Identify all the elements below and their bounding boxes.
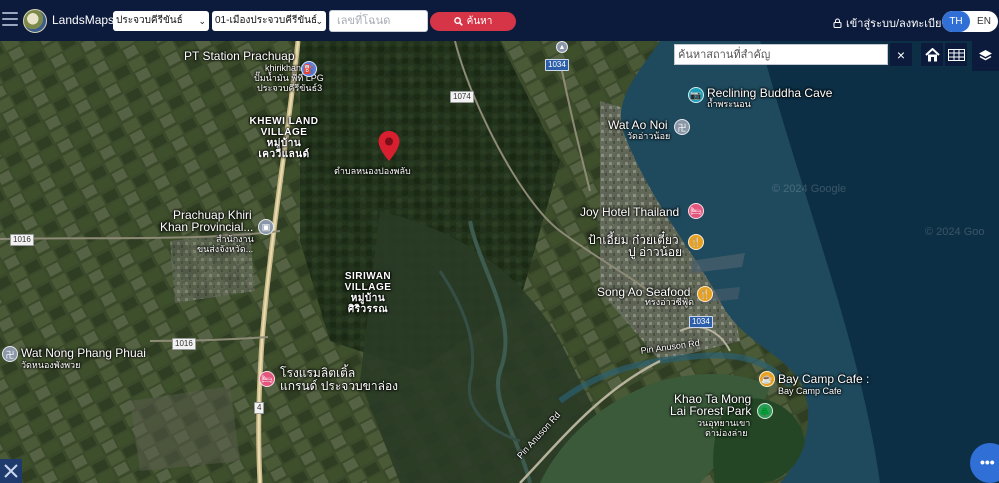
place-label: Bay Camp Cafe bbox=[778, 386, 842, 396]
temple-icon[interactable]: 卍 bbox=[674, 119, 690, 135]
attraction-icon[interactable]: 📷 bbox=[688, 87, 704, 103]
place-label: สำนักงาน bbox=[216, 234, 254, 244]
district-select-value: 01-เมืองประจวบคีรีขันธ์ bbox=[215, 15, 318, 26]
village-label: เคววีแลนด์ bbox=[258, 149, 310, 160]
park-icon[interactable]: 🌲 bbox=[757, 403, 773, 419]
login-link[interactable]: เข้าสู่ระบบ/ลงทะเบียน bbox=[833, 14, 949, 32]
chevron-down-icon: ⌄ bbox=[315, 16, 323, 26]
search-button-label: ค้นหา bbox=[466, 16, 493, 27]
government-office-icon[interactable]: ▣ bbox=[258, 219, 274, 235]
search-button[interactable]: ค้นหา bbox=[430, 12, 516, 31]
village-label: VILLAGE bbox=[260, 127, 308, 138]
more-icon: ••• bbox=[980, 454, 995, 470]
chevron-down-icon: ⌄ bbox=[198, 16, 206, 26]
temple-icon[interactable]: 卍 bbox=[2, 346, 18, 362]
place-label: วนอุทยานเขา bbox=[697, 418, 751, 428]
place-label: ปู อ่าวน้อย bbox=[628, 245, 683, 259]
lock-icon bbox=[833, 18, 842, 28]
place-label: khirikhan3 bbox=[265, 63, 307, 73]
place-label: ถ้ำพระนอน bbox=[707, 99, 751, 109]
place-label: Khan Provincial... bbox=[160, 220, 254, 234]
place-label: Bay Camp Cafe : bbox=[778, 372, 870, 386]
hamburger-menu-icon[interactable] bbox=[2, 12, 18, 27]
gas-station-icon[interactable]: ⛽ bbox=[301, 61, 317, 77]
place-label: ประจวบคีรีขันธ์3 bbox=[257, 83, 323, 93]
road-shield: 4 bbox=[254, 402, 265, 414]
tools-icon bbox=[4, 464, 18, 478]
village-label: VILLAGE bbox=[344, 282, 392, 293]
login-label: เข้าสู่ระบบ/ลงทะเบียน bbox=[846, 18, 949, 30]
place-label: วัดหนองพังพวย bbox=[21, 360, 81, 370]
cafe-icon[interactable]: ☕ bbox=[759, 371, 775, 387]
province-select[interactable]: ประจวบคีรีขันธ์ ⌄ bbox=[113, 11, 209, 31]
hotel-icon[interactable]: 🛏 bbox=[259, 371, 275, 387]
place-label: แกรนด์ ประจวบขาล่อง bbox=[280, 379, 399, 393]
hotel-icon[interactable]: 🛏 bbox=[688, 203, 704, 219]
district-select[interactable]: 01-เมืองประจวบคีรีขันธ์ ⌄ bbox=[212, 11, 326, 31]
village-label: SIRIWAN bbox=[344, 271, 392, 282]
map-pin-icon[interactable] bbox=[377, 130, 401, 162]
road-shield: 1016 bbox=[172, 338, 196, 350]
lang-th-option[interactable]: TH bbox=[942, 11, 970, 32]
lang-en-option[interactable]: EN bbox=[970, 11, 998, 32]
grid-icon bbox=[947, 48, 965, 61]
language-toggle[interactable]: TH EN bbox=[942, 11, 998, 32]
restaurant-icon[interactable]: 🍴 bbox=[688, 234, 704, 250]
place-label: PT Station Prachuap bbox=[184, 49, 295, 63]
school-icon[interactable]: ▲ bbox=[556, 41, 568, 53]
layers-icon bbox=[979, 50, 992, 61]
road-shield: 1074 bbox=[450, 91, 474, 103]
map-watermark: © 2024 Google bbox=[772, 183, 847, 195]
landsmaps-logo[interactable] bbox=[23, 9, 47, 33]
deed-number-input[interactable] bbox=[329, 10, 428, 32]
measure-tools-button[interactable] bbox=[0, 459, 22, 483]
grid-toggle-button[interactable] bbox=[945, 43, 967, 66]
clear-search-button[interactable]: × bbox=[890, 43, 912, 66]
road-shield: 1016 bbox=[10, 234, 34, 246]
restaurant-icon[interactable]: 🍴 bbox=[697, 286, 713, 302]
village-label: ศิริวรรณ bbox=[347, 304, 389, 315]
place-label: Wat Nong Phang Phuai bbox=[21, 346, 146, 360]
village-label: KHEWI LAND bbox=[249, 116, 319, 127]
road-shield: 1034 bbox=[689, 316, 713, 328]
province-select-value: ประจวบคีรีขันธ์ bbox=[116, 15, 183, 26]
village-label: หมู่บ้าน bbox=[266, 138, 302, 149]
place-label: ทรงอ่าวซีฟู้ด bbox=[645, 297, 694, 307]
place-label: Lai Forest Park bbox=[670, 404, 752, 418]
home-icon bbox=[924, 47, 940, 61]
brand-name: LandsMaps bbox=[52, 13, 115, 27]
village-label: หมู่บ้าน bbox=[350, 293, 386, 304]
place-search-input[interactable] bbox=[674, 44, 888, 65]
home-button[interactable] bbox=[921, 43, 943, 66]
search-icon bbox=[453, 17, 463, 26]
map-view[interactable]: © 2024 Google © 2024 Goo 1034 1074 1016 … bbox=[0, 41, 999, 483]
layers-button[interactable] bbox=[972, 41, 999, 71]
road-shield: 1034 bbox=[545, 59, 569, 71]
place-label: Joy Hotel Thailand bbox=[580, 205, 680, 219]
place-label: ตาม่องล่าย bbox=[705, 428, 748, 438]
place-label: ขนส่งจังหวัด... bbox=[197, 244, 254, 254]
pin-location-label: ตำบลหนองปองพลับ bbox=[334, 166, 411, 176]
satellite-imagery bbox=[0, 41, 999, 483]
map-watermark: © 2024 Goo bbox=[925, 226, 985, 238]
place-label: วัดอ่าวน้อย bbox=[627, 131, 671, 141]
top-navigation-bar: LandsMaps ประจวบคีรีขันธ์ ⌄ 01-เมืองประจ… bbox=[0, 0, 999, 41]
